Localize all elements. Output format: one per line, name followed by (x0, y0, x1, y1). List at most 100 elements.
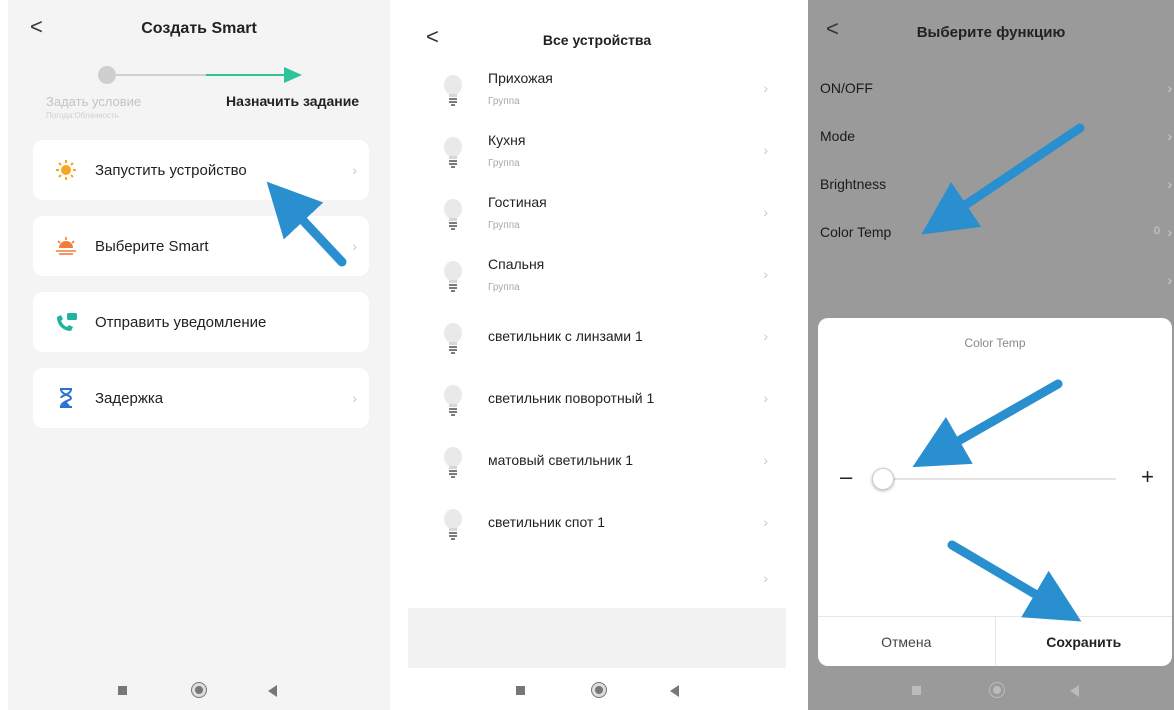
device-row[interactable]: светильник поворотный 1 › (408, 370, 786, 432)
step-condition-subtitle: Погода:Облачность (46, 111, 119, 120)
device-row[interactable]: Прихожая Группа › (408, 60, 786, 122)
action-delay[interactable]: Задержка › (33, 368, 369, 428)
function-label: Mode (820, 128, 856, 144)
back-nav-button[interactable] (268, 685, 277, 697)
system-nav-bar (408, 670, 786, 710)
light-bulb-icon (442, 198, 464, 232)
light-bulb-icon (442, 508, 464, 542)
action-label: Выберите Smart (95, 237, 209, 255)
recents-button[interactable] (912, 686, 921, 695)
step-progress-arrow (206, 74, 286, 76)
arrowhead-icon (284, 67, 302, 83)
sunrise-icon (53, 233, 79, 259)
phone-message-icon (53, 309, 79, 335)
home-button[interactable] (192, 683, 206, 697)
save-button[interactable]: Сохранить (996, 617, 1173, 666)
chevron-right-icon: › (763, 266, 768, 282)
back-nav-button[interactable] (670, 685, 679, 697)
device-name: Кухня (488, 132, 526, 148)
device-row[interactable]: светильник спот 1 › (408, 494, 786, 556)
device-name: светильник спот 1 (488, 514, 606, 530)
function-value: 0 (1153, 225, 1160, 237)
light-bulb-icon (442, 136, 464, 170)
all-devices-screen: < Все устройства Прихожая Группа › Кухня Гру… (408, 0, 786, 710)
function-mode[interactable]: Mode › (808, 114, 1174, 162)
dialog-title: Color Temp (964, 336, 1026, 350)
home-button[interactable] (592, 683, 606, 697)
light-bulb-icon (442, 322, 464, 356)
chevron-right-icon: › (763, 570, 768, 586)
hourglass-icon (53, 385, 79, 411)
chevron-right-icon: › (763, 514, 768, 530)
device-row[interactable]: Кухня Группа › (408, 122, 786, 184)
step-task-label: Назначить задание (226, 93, 360, 109)
home-button[interactable] (990, 683, 1004, 697)
chevron-right-icon: › (763, 142, 768, 158)
recents-button[interactable] (516, 686, 525, 695)
light-bulb-icon (442, 446, 464, 480)
chevron-right-icon: › (352, 390, 357, 406)
dialog-buttons: Отмена Сохранить (818, 616, 1172, 666)
cancel-button[interactable]: Отмена (818, 617, 996, 666)
device-name: Гостиная (488, 194, 547, 210)
step-line (116, 74, 206, 76)
function-label: Color Temp (820, 224, 892, 240)
function-color-temp[interactable]: Color Temp 0 › (808, 210, 1174, 258)
device-name: светильник с линзами 1 (488, 328, 643, 344)
function-empty[interactable]: › (808, 258, 1174, 306)
device-name: матовый светильник 1 (488, 452, 634, 468)
light-bulb-icon (442, 260, 464, 294)
action-run-device[interactable]: Запустить устройство › (33, 140, 369, 200)
chevron-right-icon: › (1167, 80, 1172, 96)
chevron-right-icon: › (1167, 176, 1172, 192)
device-row[interactable]: светильник с линзами 1 › (408, 308, 786, 370)
system-nav-bar (8, 670, 390, 710)
slider-track[interactable] (880, 478, 1116, 480)
action-select-smart[interactable]: Выберите Smart › (33, 216, 369, 276)
back-nav-button[interactable] (1070, 685, 1079, 697)
chevron-right-icon: › (1167, 224, 1172, 240)
chevron-right-icon: › (763, 80, 768, 96)
device-name: Спальня (488, 256, 545, 272)
device-row[interactable]: Спальня Группа › (408, 246, 786, 308)
device-subtitle: Группа (488, 220, 520, 231)
function-brightness[interactable]: Brightness › (808, 162, 1174, 210)
device-subtitle: Группа (488, 158, 520, 169)
function-on-off[interactable]: ON/OFF › (808, 66, 1174, 114)
step-condition-dot (98, 66, 116, 84)
device-row[interactable]: Гостиная Группа › (408, 184, 786, 246)
page-title: Создать Smart (141, 20, 257, 37)
page-title: Выберите функцию (916, 24, 1066, 41)
chevron-right-icon: › (352, 238, 357, 254)
decrease-button[interactable]: – (840, 464, 852, 490)
light-bulb-icon (442, 74, 464, 108)
increase-button[interactable]: + (1141, 464, 1154, 490)
light-bulb-icon (442, 384, 464, 418)
chevron-right-icon: › (763, 328, 768, 344)
function-label: Brightness (820, 176, 887, 192)
system-nav-bar (808, 670, 1174, 710)
color-temp-dialog: Color Temp – + Отмена Сохранить (818, 318, 1172, 666)
sun-icon (53, 157, 79, 183)
function-label: ON/OFF (820, 80, 873, 96)
chevron-right-icon: › (763, 204, 768, 220)
chevron-right-icon: › (763, 390, 768, 406)
bottom-panel (408, 608, 786, 668)
page-title: Все устройства (542, 32, 652, 48)
device-subtitle: Группа (488, 282, 520, 293)
action-send-notification[interactable]: Отправить уведомление (33, 292, 369, 352)
chevron-right-icon: › (763, 452, 768, 468)
recents-button[interactable] (118, 686, 127, 695)
select-function-screen: < Выберите функцию ON/OFF › Mode › Brigh… (808, 0, 1174, 710)
slider-thumb[interactable] (872, 468, 894, 490)
device-row[interactable]: матовый светильник 1 › (408, 432, 786, 494)
device-name: Прихожая (488, 70, 553, 86)
chevron-right-icon: › (1167, 272, 1172, 288)
step-condition-label[interactable]: Задать условие (46, 94, 141, 109)
device-subtitle: Группа (488, 96, 520, 107)
action-label: Задержка (95, 389, 164, 407)
action-label: Отправить уведомление (95, 313, 267, 331)
chevron-right-icon: › (352, 162, 357, 178)
device-name: светильник поворотный 1 (488, 390, 655, 406)
action-label: Запустить устройство (95, 161, 247, 179)
